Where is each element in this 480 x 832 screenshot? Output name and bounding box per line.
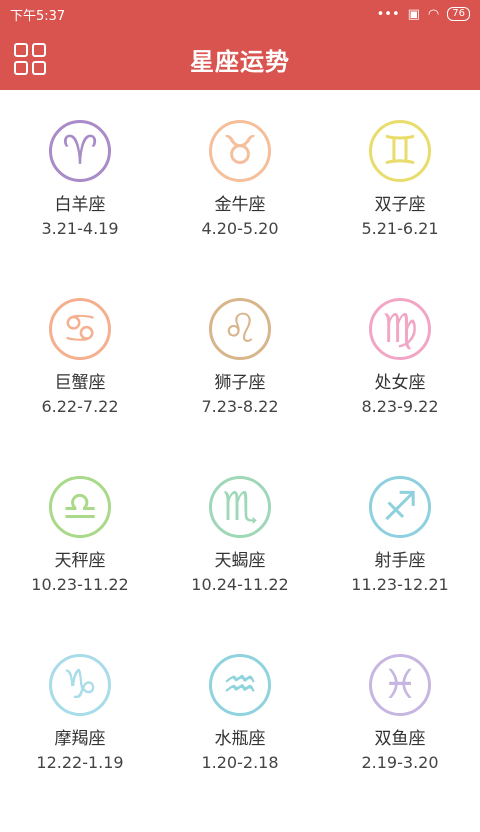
zodiac-date-range: 1.20-2.18: [201, 753, 279, 772]
zodiac-date-range: 8.23-9.22: [361, 397, 439, 416]
zodiac-symbol-icon: ♑: [49, 654, 111, 716]
zodiac-symbol-icon: ♒: [209, 654, 271, 716]
zodiac-grid: ♈ 白羊座 3.21-4.19 ♉ 金牛座 4.20-5.20 ♊ 双子座 5.…: [0, 90, 480, 832]
zodiac-item[interactable]: ♒ 水瓶座 1.20-2.18: [160, 654, 320, 832]
zodiac-name: 双子座: [374, 195, 426, 215]
zodiac-date-range: 2.19-3.20: [361, 753, 439, 772]
wifi-icon: ◠: [427, 6, 440, 22]
zodiac-item[interactable]: ♊ 双子座 5.21-6.21: [320, 120, 480, 298]
zodiac-name: 双鱼座: [374, 729, 426, 749]
zodiac-date-range: 10.23-11.22: [31, 575, 129, 594]
zodiac-name: 天蝎座: [214, 551, 266, 571]
grid-menu-icon[interactable]: [14, 43, 46, 75]
zodiac-name: 金牛座: [214, 195, 266, 215]
zodiac-date-range: 11.23-12.21: [351, 575, 449, 594]
zodiac-item[interactable]: ♓ 双鱼座 2.19-3.20: [320, 654, 480, 832]
zodiac-name: 摩羯座: [54, 729, 106, 749]
zodiac-name: 狮子座: [214, 373, 266, 393]
zodiac-symbol-icon: ♍: [369, 298, 431, 360]
zodiac-name: 处女座: [374, 373, 426, 393]
zodiac-symbol-icon: ♉: [209, 120, 271, 182]
zodiac-date-range: 5.21-6.21: [361, 219, 439, 238]
zodiac-item[interactable]: ♍ 处女座 8.23-9.22: [320, 298, 480, 476]
zodiac-symbol-icon: ♊: [369, 120, 431, 182]
zodiac-name: 水瓶座: [214, 729, 266, 749]
status-time: 下午5:37: [10, 8, 66, 24]
zodiac-name: 射手座: [374, 551, 426, 571]
zodiac-date-range: 7.23-8.22: [201, 397, 279, 416]
zodiac-item[interactable]: ♋ 巨蟹座 6.22-7.22: [0, 298, 160, 476]
zodiac-item[interactable]: ♉ 金牛座 4.20-5.20: [160, 120, 320, 298]
zodiac-name: 白羊座: [54, 195, 106, 215]
zodiac-date-range: 10.24-11.22: [191, 575, 289, 594]
sim-icon: ▣: [407, 6, 420, 22]
zodiac-name: 巨蟹座: [54, 373, 106, 393]
zodiac-symbol-icon: ♓: [369, 654, 431, 716]
page-title: 星座运势: [190, 47, 290, 76]
zodiac-date-range: 4.20-5.20: [201, 219, 279, 238]
battery-icon: 76: [447, 7, 470, 21]
app-header: 星座运势: [0, 28, 480, 90]
zodiac-symbol-icon: ♌: [209, 298, 271, 360]
zodiac-date-range: 12.22-1.19: [36, 753, 124, 772]
zodiac-symbol-icon: ♏: [209, 476, 271, 538]
zodiac-item[interactable]: ♈ 白羊座 3.21-4.19: [0, 120, 160, 298]
zodiac-date-range: 6.22-7.22: [41, 397, 119, 416]
more-dots-icon: •••: [376, 6, 400, 22]
zodiac-symbol-icon: ♎: [49, 476, 111, 538]
zodiac-item[interactable]: ♑ 摩羯座 12.22-1.19: [0, 654, 160, 832]
zodiac-item[interactable]: ♏ 天蝎座 10.24-11.22: [160, 476, 320, 654]
zodiac-symbol-icon: ♈: [49, 120, 111, 182]
zodiac-item[interactable]: ♐ 射手座 11.23-12.21: [320, 476, 480, 654]
zodiac-item[interactable]: ♌ 狮子座 7.23-8.22: [160, 298, 320, 476]
zodiac-symbol-icon: ♐: [369, 476, 431, 538]
status-bar: 下午5:37 ••• ▣ ◠ 76: [0, 0, 480, 28]
zodiac-name: 天秤座: [54, 551, 106, 571]
zodiac-date-range: 3.21-4.19: [41, 219, 119, 238]
zodiac-item[interactable]: ♎ 天秤座 10.23-11.22: [0, 476, 160, 654]
zodiac-symbol-icon: ♋: [49, 298, 111, 360]
status-icons: ••• ▣ ◠ 76: [377, 7, 470, 22]
